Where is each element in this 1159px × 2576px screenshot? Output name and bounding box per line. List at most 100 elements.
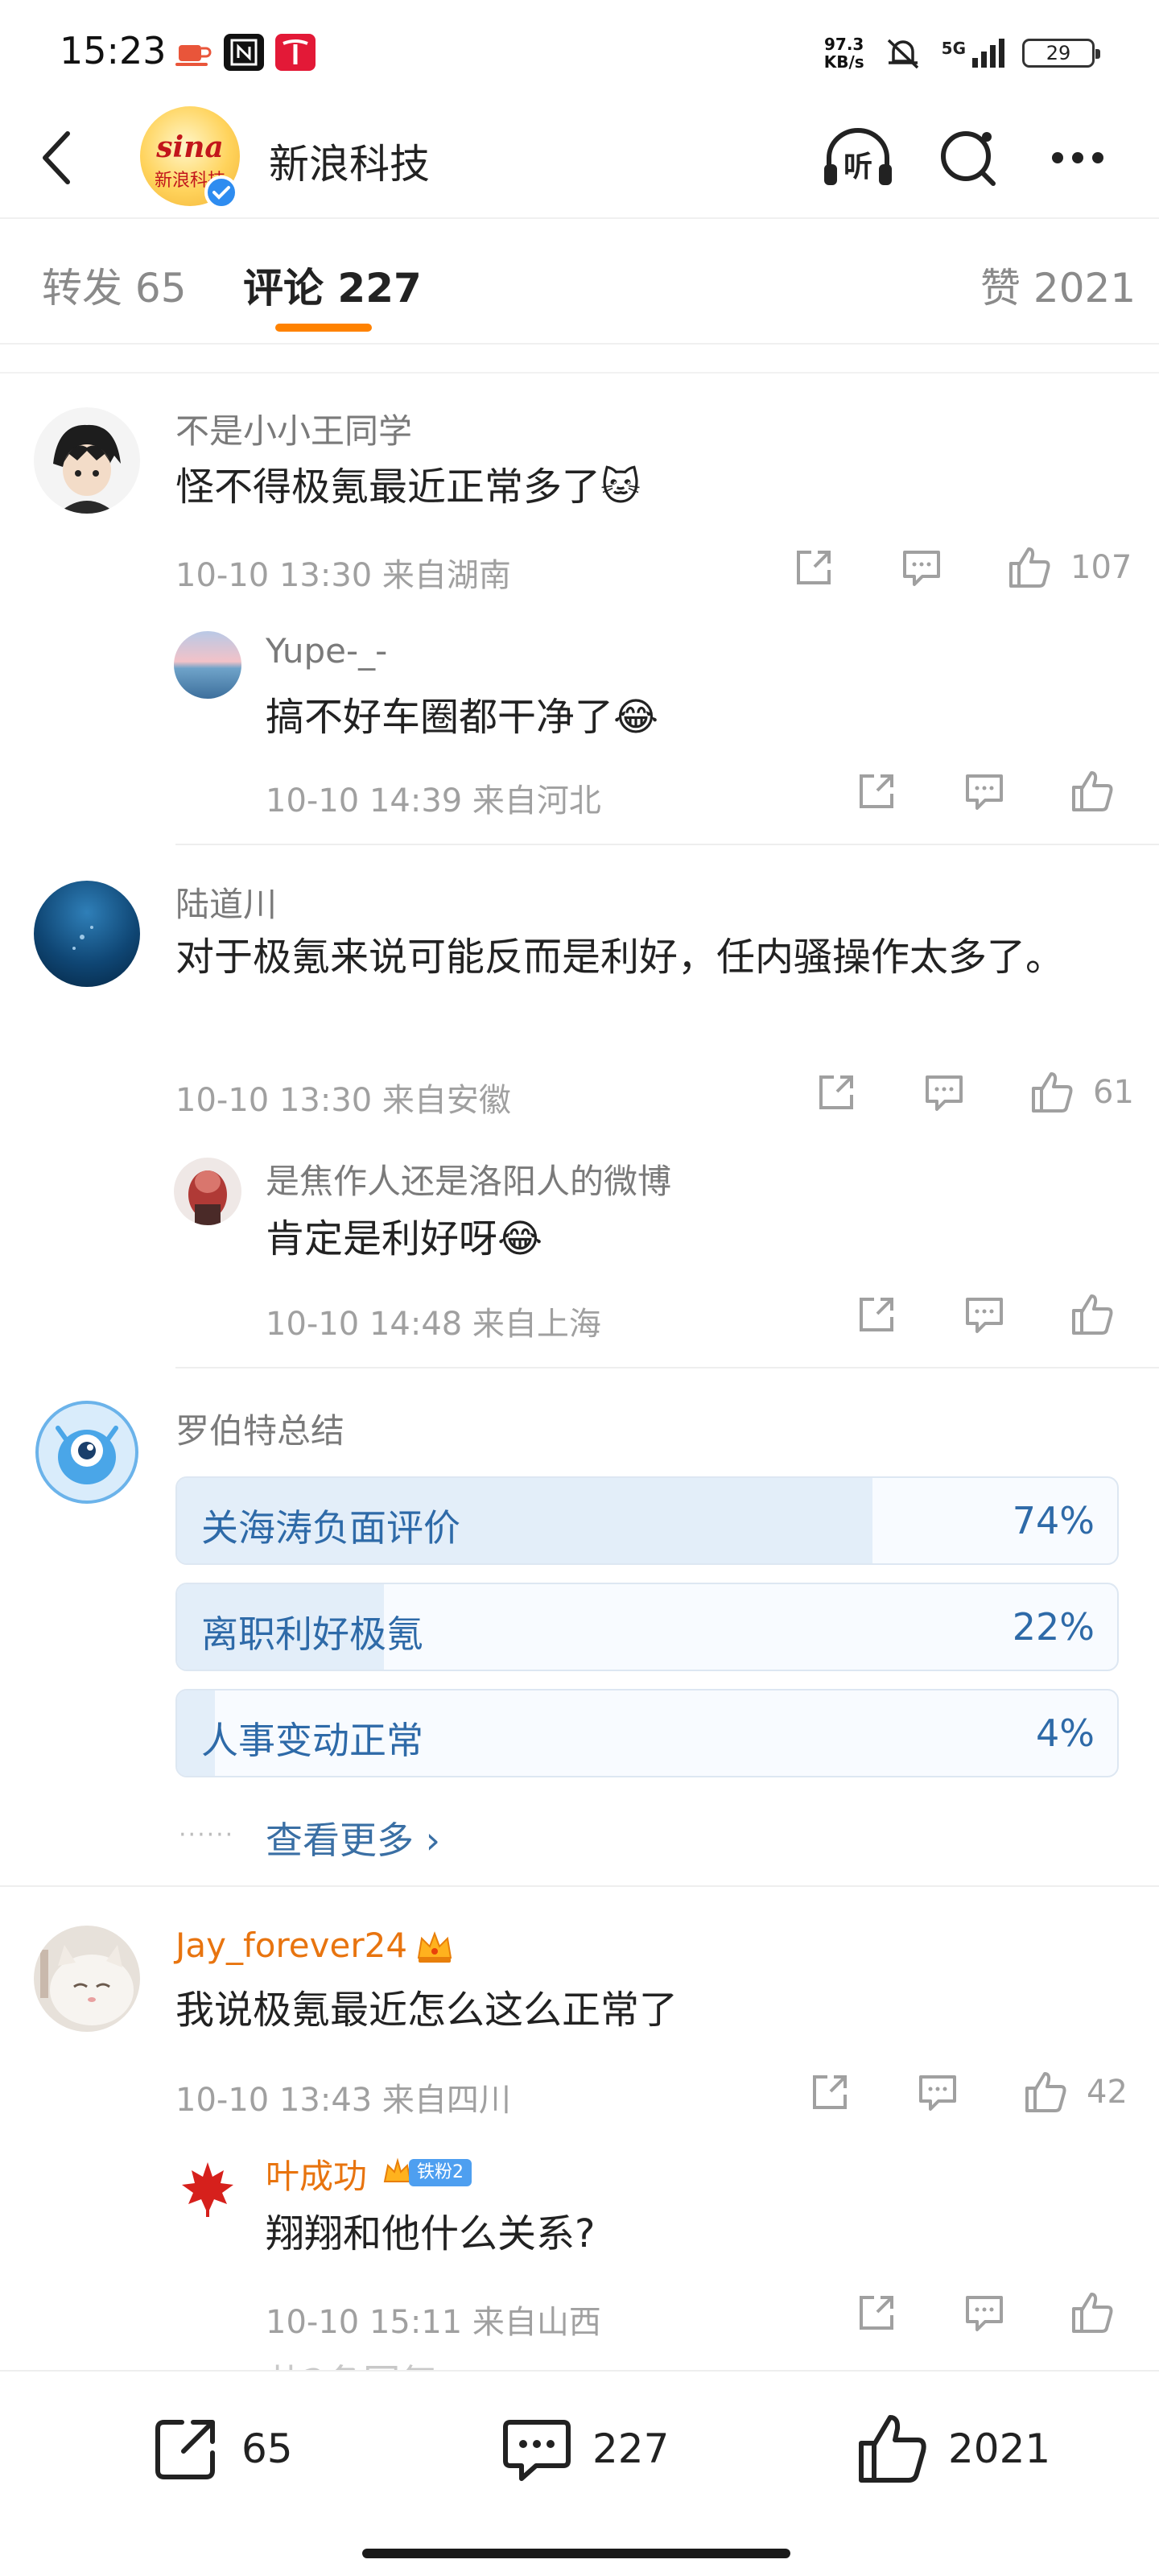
like-count: 42 [1087, 2074, 1128, 2111]
tab-likes[interactable]: 赞 2021 [980, 256, 1136, 314]
poll-option[interactable]: 离职利好极氪 22% [175, 1583, 1119, 1671]
comment-username[interactable]: 陆道川 [175, 877, 277, 927]
comment-count: 227 [592, 2425, 670, 2472]
reply-button[interactable] [921, 1069, 967, 1116]
reply-text: 肯定是利好呀😂 [266, 1216, 543, 1261]
comment-button[interactable]: 227 [499, 2409, 669, 2489]
like-count: 2021 [948, 2425, 1051, 2472]
like-button[interactable] [1022, 2069, 1069, 2116]
avatar[interactable] [174, 1158, 241, 1225]
vip-crown-icon [414, 1927, 456, 1966]
search-button[interactable] [934, 126, 1006, 190]
tab-bar: 转发 65 评论 227 赞 2021 [0, 219, 1159, 346]
sina-logo: sina [156, 130, 224, 164]
back-button[interactable] [32, 126, 89, 190]
avatar[interactable] [34, 1926, 140, 2032]
comment-meta: 10-10 13:30 来自湖南 [175, 557, 511, 594]
n-app-notification-icon [224, 34, 264, 71]
poll-option[interactable]: 人事变动正常 4% [175, 1689, 1119, 1777]
reply-meta: 10-10 15:11 来自山西 [266, 2304, 601, 2341]
avatar[interactable] [34, 407, 140, 514]
tab-comments[interactable]: 评论 227 [243, 256, 422, 314]
poll-option-percent: 74% [1012, 1499, 1095, 1542]
comment-icon [503, 2420, 571, 2481]
fan-badge: 铁粉2 [409, 2159, 472, 2186]
thumbs-up-icon [1025, 2072, 1066, 2112]
poll-option-percent: 22% [1012, 1605, 1095, 1649]
share-button[interactable] [853, 2289, 900, 2336]
more-button[interactable] [1041, 126, 1114, 190]
comment-icon [966, 2296, 1003, 2331]
see-more-link[interactable]: 查看更多 › [266, 1811, 440, 1864]
reply-username[interactable]: Yupe-_- [266, 631, 387, 671]
reply-username[interactable]: 叶成功 [266, 2149, 367, 2198]
avatar[interactable] [34, 1399, 140, 1505]
avatar[interactable] [174, 2154, 241, 2222]
reply-meta: 10-10 14:48 来自上海 [266, 1306, 601, 1343]
share-icon [860, 1298, 893, 1331]
like-button[interactable] [1069, 768, 1116, 815]
active-tab-indicator [275, 324, 372, 332]
share-button[interactable] [853, 768, 900, 815]
reply-username[interactable]: 是焦作人还是洛阳人的微博 [266, 1154, 671, 1203]
comment-icon [926, 1075, 963, 1111]
poll-option-percent: 4% [1036, 1711, 1095, 1755]
bottom-action-bar: 65 227 2021 [0, 2370, 1159, 2576]
like-button[interactable] [1069, 1291, 1116, 1338]
reply-meta: 10-10 14:39 来自河北 [266, 782, 601, 819]
thumbs-up-icon [859, 2415, 926, 2483]
share-icon [819, 1075, 853, 1109]
page-title[interactable]: 新浪科技 [269, 132, 430, 190]
more-replies-link[interactable]: 共2条回复 [266, 2354, 437, 2372]
comment-username[interactable]: 不是小小王同学 [175, 404, 412, 453]
comment-text: 我说极氪最近怎么这么正常了 [175, 1988, 678, 2033]
reply-text: 翔翔和他什么关系? [266, 2211, 596, 2256]
tesla-notification-icon [275, 34, 316, 71]
reply-thread-dots: ······ [179, 1821, 235, 1849]
comment-username[interactable]: 罗伯特总结 [175, 1404, 344, 1453]
avatar[interactable] [34, 881, 140, 987]
comment-text: 对于极氪来说可能反而是利好，任内骚操作太多了。 [175, 935, 1065, 980]
poll-option-label: 人事变动正常 [201, 1719, 423, 1762]
comment-meta: 10-10 13:43 来自四川 [175, 2082, 511, 2119]
like-button[interactable]: 2021 [855, 2409, 1050, 2489]
signal-bar-icon [972, 58, 978, 68]
share-button[interactable] [853, 1291, 900, 1338]
poll-option-label: 离职利好极氪 [201, 1612, 423, 1656]
share-icon [797, 551, 831, 584]
reply-button[interactable] [961, 2289, 1008, 2336]
avatar[interactable] [174, 631, 241, 699]
comment-icon [966, 1298, 1003, 1333]
share-button[interactable] [790, 544, 837, 591]
repost-button[interactable]: 65 [148, 2409, 293, 2489]
like-button[interactable] [1006, 544, 1053, 591]
home-indicator[interactable] [362, 2549, 790, 2558]
like-button[interactable] [1069, 2289, 1116, 2336]
reply-button[interactable] [961, 1291, 1008, 1338]
repost-icon [155, 2420, 215, 2479]
mute-bell-icon [887, 39, 918, 69]
top-header: sina 新浪科技 新浪科技 听 [0, 97, 1159, 217]
tabs-divider [0, 343, 1159, 345]
net-speed: 97.3 KB/s [823, 35, 864, 72]
comment-icon [903, 551, 940, 586]
thumbs-up-icon [1072, 1294, 1113, 1335]
thumbs-up-icon [1072, 771, 1113, 811]
comment-username[interactable]: Jay_forever24 [175, 1926, 407, 1965]
status-bar: 15:23 97.3 KB/s 5G 29 [0, 0, 1159, 97]
listen-button[interactable]: 听 [818, 126, 892, 190]
thumbs-up-icon [1009, 547, 1050, 588]
verified-badge-icon [204, 175, 238, 209]
poll-option[interactable]: 关海涛负面评价 74% [175, 1476, 1119, 1565]
like-count: 61 [1093, 1074, 1134, 1111]
reply-button[interactable] [914, 2069, 961, 2116]
reply-button[interactable] [898, 544, 945, 591]
share-button[interactable] [806, 2069, 853, 2116]
reply-button[interactable] [961, 768, 1008, 815]
share-icon [860, 2296, 893, 2330]
tab-reposts[interactable]: 转发 65 [42, 256, 187, 314]
like-button[interactable] [1029, 1069, 1075, 1116]
share-button[interactable] [813, 1069, 860, 1116]
search-icon [941, 131, 996, 186]
repost-count: 65 [241, 2425, 293, 2472]
